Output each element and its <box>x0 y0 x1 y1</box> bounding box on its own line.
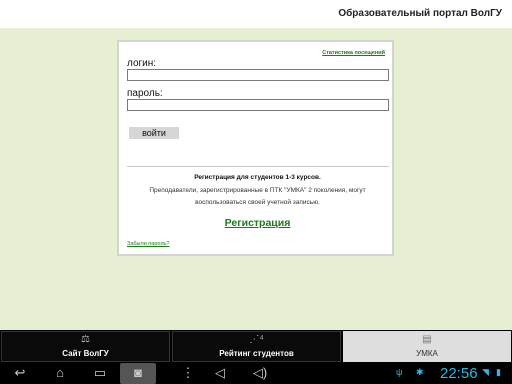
tab-label: Сайт ВолГУ <box>62 349 109 358</box>
login-panel: Статистика посещений логин: пароль: войт… <box>117 40 394 256</box>
volume-up-icon[interactable]: ◁) <box>248 364 272 382</box>
system-navigation-bar: ↩ ⌂ ▭ ◙ ⋮ ◁ ◁) ψ ✱ 22:56 ◥ ▮ <box>0 362 512 384</box>
battery-icon: ▮ <box>496 367 501 377</box>
registration-note: Регистрация для студентов 1-3 курсов. <box>194 174 321 181</box>
divider <box>127 166 389 167</box>
registration-link[interactable]: Регистрация <box>119 217 396 229</box>
page-title: Образовательный портал ВолГУ <box>338 8 502 19</box>
visit-statistics-link[interactable]: Статистика посещений <box>322 50 385 56</box>
login-label: логин: <box>127 58 157 69</box>
scales-icon: ⚖ <box>81 334 90 345</box>
bottom-tab-bar: ⚖ Сайт ВолГУ ⋰⁴ Рейтинг студентов ▤ УМКА <box>0 330 512 362</box>
rating-icon: ⋰⁴ <box>249 334 264 345</box>
android-debug-icon: ✱ <box>416 367 424 377</box>
clock: 22:56 <box>440 365 478 382</box>
recent-apps-icon[interactable]: ▭ <box>88 364 112 382</box>
app-header: Образовательный портал ВолГУ <box>0 0 512 28</box>
menu-icon[interactable]: ⋮ <box>176 364 200 382</box>
home-icon[interactable]: ⌂ <box>48 364 72 382</box>
volume-down-icon[interactable]: ◁ <box>208 364 232 382</box>
wifi-icon: ◥ <box>482 367 489 377</box>
tab-label: УМКА <box>416 349 438 358</box>
tab-label: Рейтинг студентов <box>219 349 294 358</box>
usb-icon: ψ <box>396 367 403 377</box>
forgot-password-link[interactable]: Забыли пароль? <box>127 241 169 247</box>
password-label: пароль: <box>127 88 163 99</box>
back-icon[interactable]: ↩ <box>8 364 32 382</box>
screenshot-icon: ◙ <box>134 365 142 380</box>
tab-umka[interactable]: ▤ УМКА <box>343 331 511 362</box>
teachers-note: Преподаватели, зарегистрированные в ПТК … <box>149 187 366 206</box>
login-input[interactable] <box>127 69 389 81</box>
password-input[interactable] <box>127 99 389 111</box>
tab-volsu-site[interactable]: ⚖ Сайт ВолГУ <box>1 331 170 362</box>
login-button[interactable]: войти <box>129 127 179 139</box>
book-icon: ▤ <box>422 334 432 345</box>
tab-student-rating[interactable]: ⋰⁴ Рейтинг студентов <box>172 331 341 362</box>
